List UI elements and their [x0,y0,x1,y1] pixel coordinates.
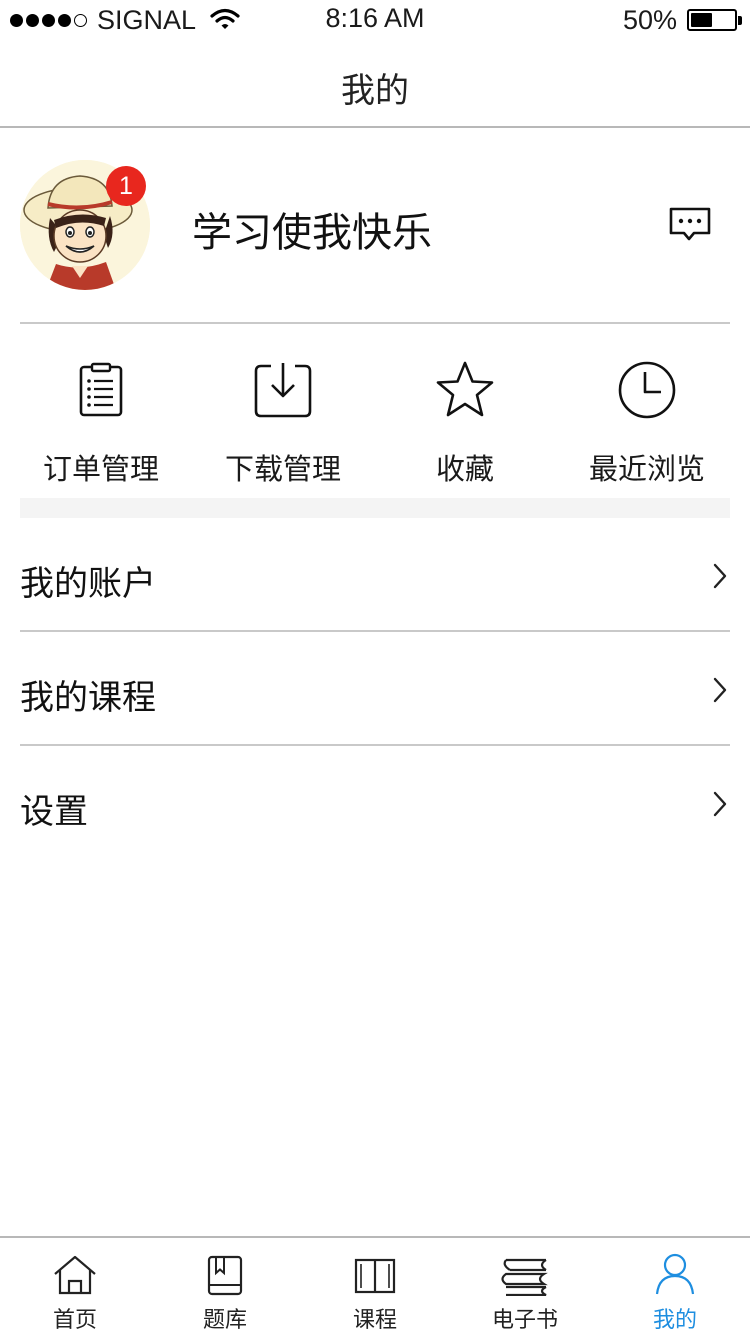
tab-home[interactable]: 首页 [0,1238,150,1334]
tab-label: 我的 [652,1308,697,1333]
battery-area: 50% [623,4,742,36]
quick-action-label: 订单管理 [42,452,159,486]
clipboard-list-icon [78,352,124,428]
download-tray-icon [253,352,313,428]
menu-list: 我的账户 我的课程 设置 [20,518,730,860]
menu-item-settings[interactable]: 设置 [20,746,730,860]
battery-fill [691,13,712,27]
tab-label: 课程 [352,1308,397,1333]
order-management-button[interactable]: 订单管理 [10,340,192,490]
chevron-right-icon [713,791,727,817]
tab-courses[interactable]: 课程 [300,1238,450,1334]
message-bubble-icon[interactable] [668,206,712,244]
username[interactable]: 学习使我快乐 [192,200,432,258]
menu-item-label: 我的课程 [20,678,156,718]
battery-icon [687,9,737,31]
tab-question-bank[interactable]: 题库 [150,1238,300,1334]
menu-item-my-account[interactable]: 我的账户 [20,518,730,632]
ebook-stack-icon [500,1248,550,1296]
profile-section: 1 学习使我快乐 [20,130,730,324]
tab-label: 首页 [52,1308,97,1333]
favorites-button[interactable]: 收藏 [374,340,556,490]
menu-item-label: 我的账户 [20,564,156,604]
menu-item-label: 设置 [20,792,88,832]
quick-action-label: 收藏 [435,452,494,486]
tab-label: 题库 [202,1308,247,1333]
menu-item-my-courses[interactable]: 我的课程 [20,632,730,746]
quick-action-label: 最近浏览 [588,452,705,486]
home-icon [52,1248,98,1296]
tab-label: 电子书 [491,1308,558,1333]
battery-cap [738,15,742,25]
battery-percent: 50% [622,4,677,35]
star-icon [434,352,496,428]
open-book-icon [353,1248,397,1296]
tab-bar: 首页 题库 课程 电子书 我的 [0,1236,750,1334]
page-title: 我的 [341,71,409,111]
chevron-right-icon [713,563,727,589]
quick-actions: 订单管理 下载管理 收藏 最近浏览 [10,340,740,490]
quick-action-label: 下载管理 [224,452,341,486]
clock-icon [617,352,677,428]
nav-bar: 我的 [0,40,750,128]
chevron-right-icon [713,677,727,703]
recent-browsing-button[interactable]: 最近浏览 [556,340,738,490]
section-divider-band [20,498,730,518]
person-icon [655,1248,695,1296]
status-bar: SIGNAL 8:16 AM 50% [0,0,750,40]
download-management-button[interactable]: 下载管理 [192,340,374,490]
tab-ebooks[interactable]: 电子书 [450,1238,600,1334]
question-bank-icon [205,1248,245,1296]
tab-mine[interactable]: 我的 [600,1238,750,1334]
notification-badge: 1 [106,166,146,206]
